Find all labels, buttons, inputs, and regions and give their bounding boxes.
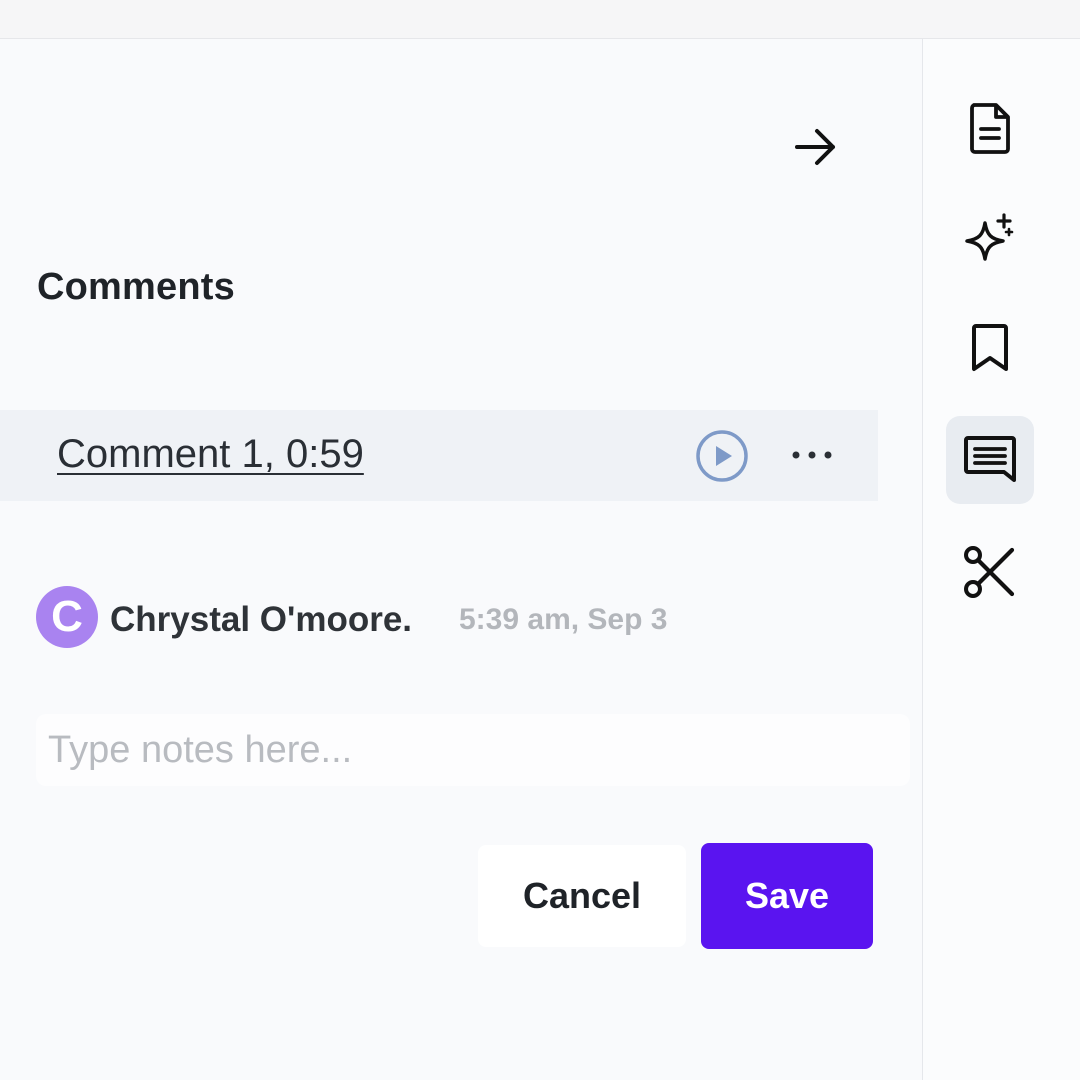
scissors-icon <box>964 546 1015 598</box>
bookmark-icon <box>972 324 1008 371</box>
play-button[interactable] <box>694 428 750 484</box>
comment-link[interactable]: Comment 1, 0:59 <box>57 432 364 477</box>
play-circle-icon <box>696 430 748 482</box>
ai-assist-button[interactable] <box>946 194 1034 282</box>
top-bar <box>0 0 1080 39</box>
more-horizontal-icon <box>792 451 832 459</box>
document-icon <box>970 103 1010 154</box>
notes-input[interactable] <box>36 714 910 786</box>
panel-title: Comments <box>37 266 235 308</box>
cut-button[interactable] <box>946 528 1034 616</box>
comment-timestamp: 5:39 am, Sep 3 <box>459 603 668 636</box>
arrow-right-icon[interactable] <box>788 122 842 172</box>
author-name: Chrystal O'moore. <box>110 600 413 639</box>
comment-icon <box>964 436 1016 482</box>
more-options-button[interactable] <box>784 432 840 478</box>
save-button[interactable]: Save <box>701 843 873 949</box>
sparkles-icon <box>965 213 1014 261</box>
avatar: C <box>36 586 98 648</box>
document-button[interactable] <box>946 84 1034 172</box>
comments-button[interactable] <box>946 416 1034 504</box>
cancel-button[interactable]: Cancel <box>478 845 686 947</box>
bookmark-button[interactable] <box>946 304 1034 392</box>
